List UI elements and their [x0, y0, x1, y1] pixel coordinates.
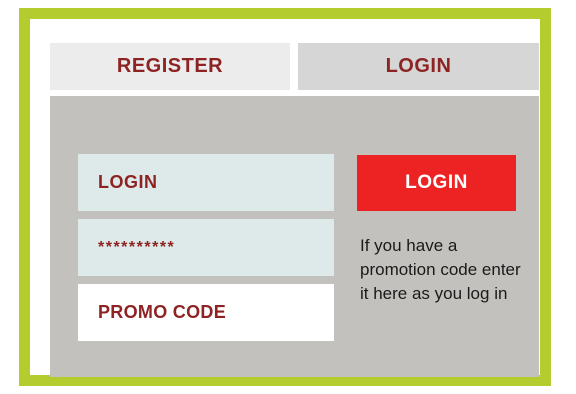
- promo-code-field[interactable]: PROMO CODE: [78, 284, 334, 341]
- tab-bar: REGISTER LOGIN: [50, 43, 539, 90]
- tab-register[interactable]: REGISTER: [50, 43, 290, 90]
- password-field[interactable]: **********: [78, 219, 334, 276]
- promo-help-text: If you have a promotion code enter it he…: [360, 236, 521, 303]
- tab-login[interactable]: LOGIN: [298, 43, 539, 90]
- login-panel: LOGIN ********** PROMO CODE LOGIN If you…: [50, 96, 539, 377]
- login-field[interactable]: LOGIN: [78, 154, 334, 211]
- form-frame: REGISTER LOGIN LOGIN ********** PROMO CO…: [19, 8, 551, 386]
- login-button[interactable]: LOGIN: [357, 155, 516, 211]
